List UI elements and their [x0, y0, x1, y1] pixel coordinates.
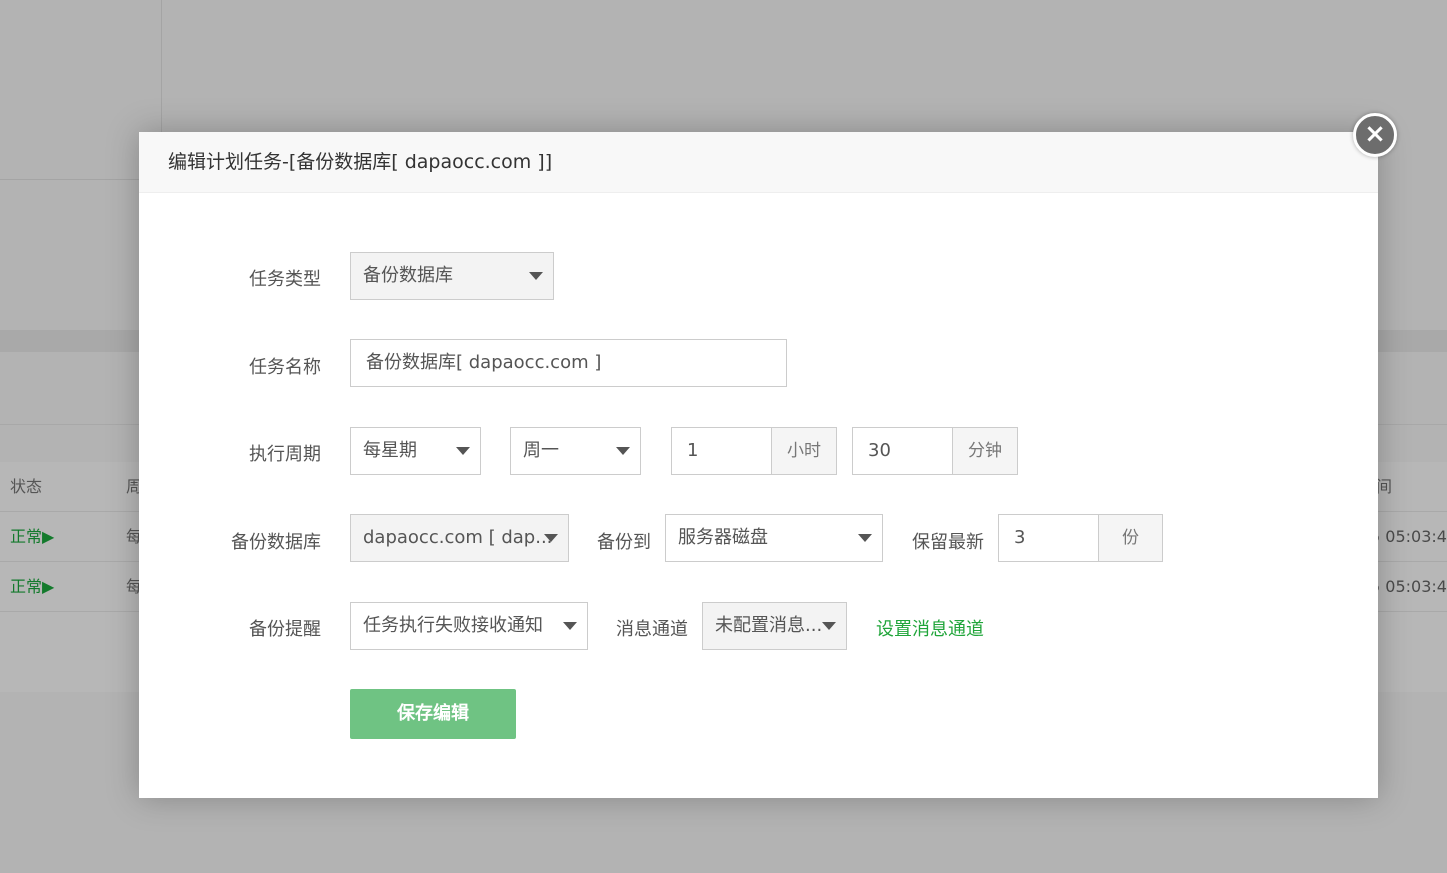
reminder-select[interactable]: 任务执行失败接收通知: [350, 602, 588, 650]
task-name-value: 备份数据库[ dapaocc.com ]: [366, 352, 602, 373]
close-icon[interactable]: ×: [1353, 113, 1397, 157]
chevron-down-icon: [616, 447, 630, 455]
status-badge: 正常▶: [10, 527, 55, 546]
channel-label: 消息通道: [616, 619, 688, 640]
backup-db-select[interactable]: dapaocc.com [ dap...: [350, 514, 569, 562]
cycle-label: 执行周期: [249, 444, 321, 465]
backup-db-label: 备份数据库: [231, 532, 321, 553]
task-name-input[interactable]: 备份数据库[ dapaocc.com ]: [350, 339, 787, 387]
channel-select[interactable]: 未配置消息...: [702, 602, 847, 650]
backup-to-label: 备份到: [597, 532, 651, 553]
edit-task-dialog: 编辑计划任务-[备份数据库[ dapaocc.com ]] 任务类型 备份数据库…: [139, 132, 1378, 798]
minute-input[interactable]: 30: [852, 427, 953, 475]
keep-latest-unit: 份: [1099, 514, 1163, 562]
backup-db-value: dapaocc.com [ dap...: [363, 527, 553, 548]
table-cell-time: 5 05:03:4: [1370, 577, 1447, 596]
keep-latest-input[interactable]: 3: [998, 514, 1099, 562]
chevron-down-icon: [858, 534, 872, 542]
keep-latest-label: 保留最新: [912, 532, 984, 553]
table-cell-time: 5 05:03:4: [1370, 527, 1447, 546]
reminder-label: 备份提醒: [249, 619, 321, 640]
weekday-select[interactable]: 周一: [510, 427, 641, 475]
task-type-value: 备份数据库: [363, 265, 453, 286]
set-channel-link[interactable]: 设置消息通道: [876, 615, 984, 641]
cycle-period-select[interactable]: 每星期: [350, 427, 481, 475]
weekday-value: 周一: [523, 440, 559, 461]
chevron-down-icon: [822, 622, 836, 630]
dialog-title: 编辑计划任务-[备份数据库[ dapaocc.com ]]: [139, 132, 1378, 193]
minute-unit: 分钟: [953, 427, 1018, 475]
table-header-status: 状态: [10, 477, 43, 496]
save-button[interactable]: 保存编辑: [350, 689, 516, 739]
minute-value: 30: [868, 440, 891, 461]
task-type-label: 任务类型: [249, 269, 321, 290]
channel-value: 未配置消息...: [715, 615, 823, 636]
chevron-down-icon: [544, 534, 558, 542]
backup-to-value: 服务器磁盘: [678, 527, 768, 548]
hour-input[interactable]: 1: [671, 427, 772, 475]
task-name-label: 任务名称: [249, 357, 321, 378]
table-header-time: 间: [1376, 477, 1393, 496]
hour-unit: 小时: [772, 427, 837, 475]
cycle-period-value: 每星期: [363, 440, 417, 461]
reminder-value: 任务执行失败接收通知: [363, 615, 543, 636]
status-badge: 正常▶: [10, 577, 55, 596]
task-type-select[interactable]: 备份数据库: [350, 252, 554, 300]
backup-to-select[interactable]: 服务器磁盘: [665, 514, 883, 562]
chevron-down-icon: [456, 447, 470, 455]
chevron-down-icon: [563, 622, 577, 630]
chevron-down-icon: [529, 272, 543, 280]
bg-divider: [0, 179, 161, 180]
keep-latest-value: 3: [1014, 527, 1026, 548]
hour-value: 1: [687, 440, 699, 461]
